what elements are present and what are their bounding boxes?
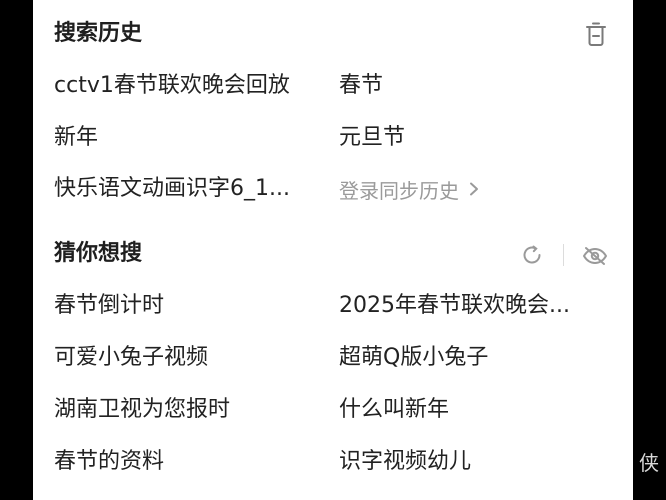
- history-item[interactable]: cctv1春节联欢晚会回放: [54, 71, 324, 101]
- suggestion-item[interactable]: 识字视频幼儿: [339, 447, 607, 477]
- history-item[interactable]: 新年: [54, 123, 324, 153]
- trash-icon[interactable]: [583, 20, 609, 48]
- screen: 搜索历史 cctv1春节联欢晚会回放 春节 新年 元旦节 快乐语文动画识字6_1…: [0, 0, 666, 500]
- suggestion-item[interactable]: 可爱小兔子视频: [54, 343, 324, 373]
- side-watermark-char: 侠: [639, 451, 659, 475]
- history-section-title: 搜索历史: [54, 21, 143, 46]
- guess-section-title: 猜你想搜: [54, 241, 143, 266]
- suggestion-item[interactable]: 超萌Q版小兔子: [339, 343, 607, 373]
- search-suggestions-panel: 搜索历史 cctv1春节联欢晚会回放 春节 新年 元旦节 快乐语文动画识字6_1…: [33, 0, 633, 500]
- suggestion-item[interactable]: 春节倒计时: [54, 291, 324, 321]
- refresh-icon[interactable]: [519, 242, 545, 268]
- eye-off-icon[interactable]: [581, 243, 609, 269]
- suggestion-item[interactable]: 什么叫新年: [339, 395, 607, 425]
- history-item[interactable]: 春节: [339, 71, 607, 101]
- login-sync-history-link[interactable]: 登录同步历史: [339, 174, 481, 204]
- chevron-right-icon: [470, 182, 478, 196]
- history-item[interactable]: 快乐语文动画识字6_1...: [54, 174, 324, 204]
- login-sync-history-label: 登录同步历史: [339, 178, 459, 203]
- suggestion-item[interactable]: 湖南卫视为您报时: [54, 395, 324, 425]
- suggestion-item[interactable]: 2025年春节联欢晚会...: [339, 291, 607, 321]
- icon-divider: [563, 244, 564, 266]
- suggestion-item[interactable]: 春节的资料: [54, 447, 324, 477]
- history-item[interactable]: 元旦节: [339, 123, 607, 153]
